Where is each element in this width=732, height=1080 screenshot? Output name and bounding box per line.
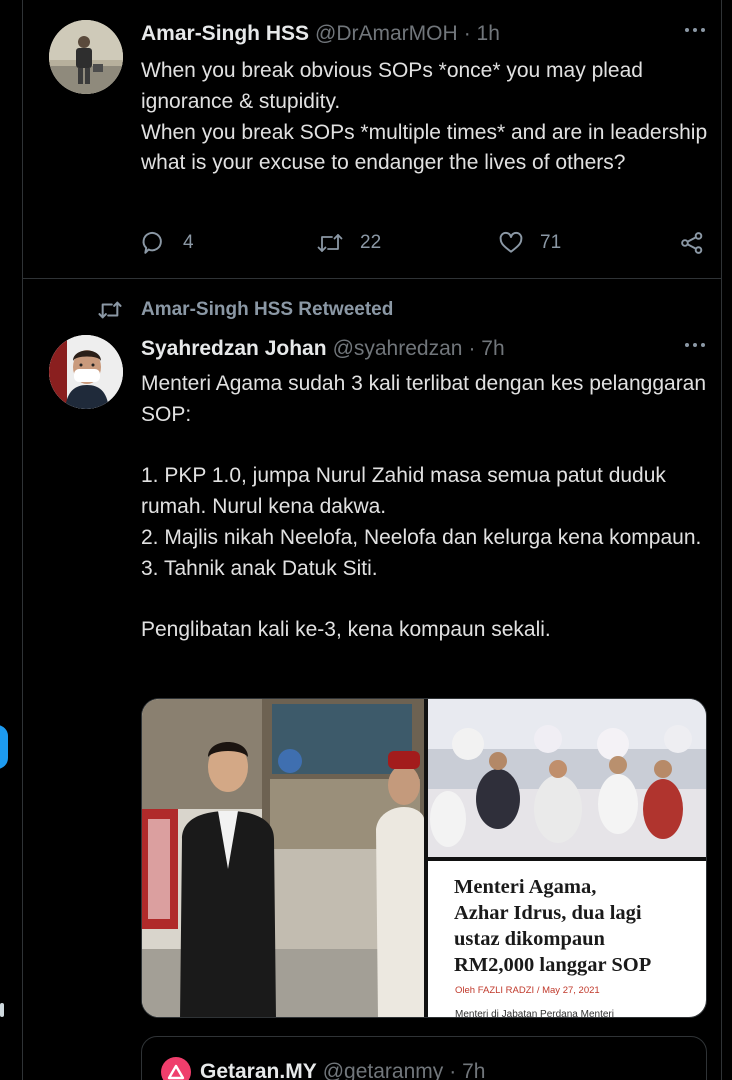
author-handle[interactable]: @DrAmarMOH	[315, 22, 458, 46]
tweet-text: When you break obvious SOPs *once* you m…	[141, 59, 708, 175]
tweet-syahredzan[interactable]: Amar-Singh HSS Retweeted Syahredzan Joha…	[23, 280, 721, 1080]
quoted-tweet-time[interactable]: · 7h	[449, 1060, 485, 1080]
news-byline: Oleh FAZLI RADZI / May 27, 2021	[455, 985, 600, 996]
getaran-logo-icon	[161, 1057, 191, 1080]
author-name[interactable]: Amar-Singh HSS	[141, 22, 309, 46]
avatar[interactable]	[49, 335, 123, 409]
author-name[interactable]: Syahredzan Johan	[141, 337, 327, 361]
quoted-tweet-header: Getaran.MY @getaranmy · 7h	[200, 1059, 485, 1080]
like-button[interactable]: 71	[498, 228, 561, 258]
retweet-icon	[317, 234, 343, 252]
more-icon[interactable]	[685, 343, 705, 347]
tweet-header: Amar-Singh HSS @DrAmarMOH · 1h	[141, 20, 705, 48]
avatar[interactable]	[49, 20, 123, 94]
retweet-indicator[interactable]: Amar-Singh HSS Retweeted	[97, 298, 393, 322]
media-news-card[interactable]: Menteri Agama, Azhar Idrus, dua lagi ust…	[428, 861, 706, 1018]
retweeted-by-label: Amar-Singh HSS Retweeted	[141, 299, 394, 320]
share-button[interactable]	[679, 228, 705, 258]
tweet-actions: 4 22 71	[141, 228, 711, 258]
media-photo-ceremony[interactable]	[428, 699, 706, 857]
tweet-time[interactable]: · 7h	[468, 337, 504, 361]
reply-count: 4	[183, 232, 194, 253]
more-icon[interactable]	[685, 28, 705, 32]
news-body-preview: Menteri di Jabatan Perdana Menteri	[455, 1009, 614, 1018]
author-handle[interactable]: @syahredzan	[333, 337, 463, 361]
news-headline: Menteri Agama, Azhar Idrus, dua lagi ust…	[454, 876, 652, 976]
timeline-right-border	[721, 0, 722, 1080]
media-photo-office[interactable]	[142, 699, 424, 1017]
tweet-time[interactable]: · 1h	[464, 22, 500, 46]
retweet-indicator-icon	[98, 301, 122, 319]
media-grid: Menteri Agama, Azhar Idrus, dua lagi ust…	[141, 698, 707, 1018]
retweet-button[interactable]: 22	[316, 228, 381, 258]
quoted-tweet[interactable]: Getaran.MY @getaranmy · 7h	[141, 1036, 707, 1080]
like-icon	[499, 231, 523, 253]
reply-button[interactable]: 4	[141, 228, 194, 258]
tweet-header: Syahredzan Johan @syahredzan · 7h	[141, 335, 705, 363]
quoted-author-name[interactable]: Getaran.MY	[200, 1060, 317, 1080]
like-count: 71	[540, 232, 562, 253]
retweet-count: 22	[360, 232, 382, 253]
reply-icon	[142, 232, 162, 254]
edge-mark	[0, 1003, 4, 1017]
share-icon	[681, 232, 703, 254]
tweet-amar-singh[interactable]: Amar-Singh HSS @DrAmarMOH · 1h When you …	[23, 0, 721, 279]
tweet-text: Menteri Agama sudah 3 kali terlibat deng…	[141, 372, 707, 642]
quoted-author-handle[interactable]: @getaranmy	[323, 1060, 444, 1080]
compose-fab-edge[interactable]	[0, 725, 8, 769]
